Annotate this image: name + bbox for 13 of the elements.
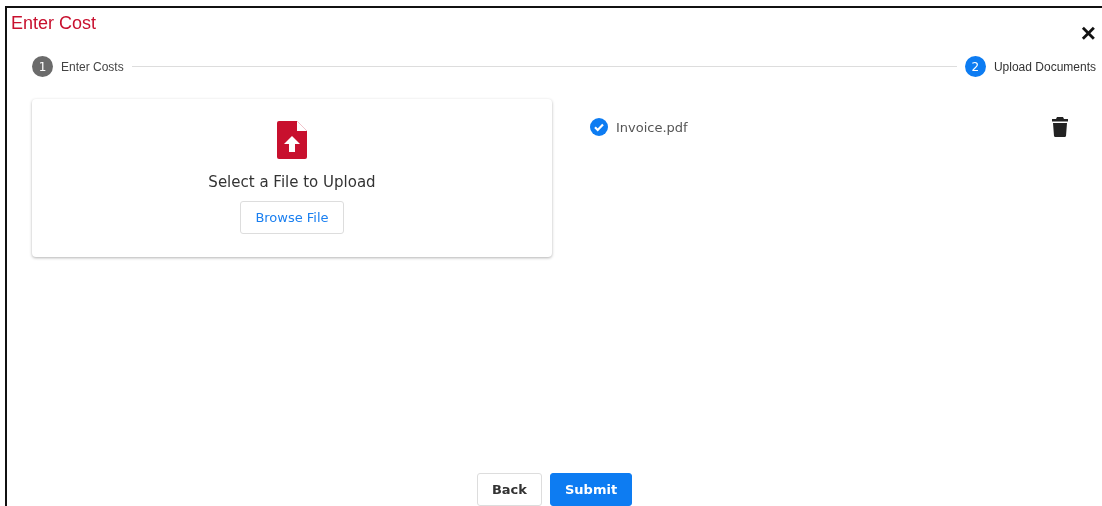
step-label: Upload Documents — [993, 59, 1096, 74]
back-button[interactable]: Back — [476, 473, 542, 506]
dialog-title: Enter Cost — [11, 13, 97, 34]
step-number: 1 — [32, 56, 53, 77]
step-label: Enter Costs — [61, 59, 124, 74]
submit-button[interactable]: Submit — [549, 473, 633, 506]
trash-icon[interactable] — [1052, 117, 1068, 137]
file-name: Invoice.pdf — [616, 119, 689, 135]
file-upload-icon — [277, 121, 307, 159]
upload-prompt: Select a File to Upload — [208, 173, 376, 191]
browse-file-button[interactable]: Browse File — [240, 201, 344, 234]
close-button[interactable]: × — [1080, 22, 1096, 44]
step-number: 2 — [964, 56, 986, 77]
